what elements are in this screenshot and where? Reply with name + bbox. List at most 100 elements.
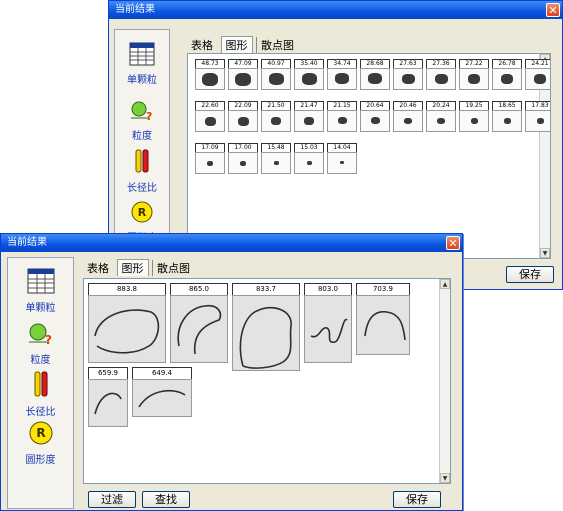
- particle-blob: [304, 117, 314, 125]
- particle-image: [525, 68, 550, 90]
- particle-image: [360, 110, 390, 132]
- particle-image: [426, 68, 456, 90]
- particle-value: 19.25: [459, 101, 489, 110]
- particle-thumbnail[interactable]: 883.8: [88, 283, 166, 363]
- tab-bar: 表格 图形 散点图: [187, 36, 298, 53]
- scroll-up-icon[interactable]: ▲: [440, 279, 450, 289]
- particle-thumbnail[interactable]: 27.22: [459, 59, 489, 90]
- particle-thumbnail[interactable]: 26.78: [492, 59, 522, 90]
- particle-thumbnail[interactable]: 24.21: [525, 59, 550, 90]
- vertical-scrollbar[interactable]: ▲ ▼: [439, 279, 450, 483]
- particle-thumbnail[interactable]: 833.7: [232, 283, 300, 371]
- particle-blob: [437, 118, 445, 124]
- particle-thumbnail[interactable]: 34.74: [327, 59, 357, 90]
- particle-thumbnail[interactable]: 22.09: [228, 101, 258, 132]
- particle-image: [294, 110, 324, 132]
- tool-label: 单颗粒: [25, 303, 56, 314]
- particle-thumbnail[interactable]: 20.46: [393, 101, 423, 132]
- particle-thumbnail[interactable]: 35.40: [294, 59, 324, 90]
- save-button[interactable]: 保存: [506, 266, 554, 283]
- close-icon[interactable]: ✕: [446, 236, 460, 250]
- particle-value: 34.74: [327, 59, 357, 68]
- particle-image: [304, 295, 352, 363]
- particle-value: 21.50: [261, 101, 291, 110]
- table-grid-icon: [129, 42, 155, 66]
- particle-thumbnail[interactable]: 40.97: [261, 59, 291, 90]
- particle-image: [232, 295, 300, 371]
- scroll-down-icon[interactable]: ▼: [540, 248, 550, 258]
- tool-aspect-ratio[interactable]: 长径比: [8, 370, 73, 418]
- particle-thumbnail[interactable]: 27.36: [426, 59, 456, 90]
- particle-thumbnail[interactable]: 703.9: [356, 283, 410, 355]
- tab-scatter[interactable]: 散点图: [152, 260, 194, 276]
- particle-blob: [207, 161, 213, 166]
- particle-image: [228, 110, 258, 132]
- tab-graphics[interactable]: 图形: [220, 36, 253, 53]
- particle-blob: [435, 74, 448, 84]
- roundness-r-icon: R: [131, 201, 153, 223]
- close-icon[interactable]: ✕: [546, 3, 560, 17]
- particle-image: [459, 68, 489, 90]
- particle-value: 26.78: [492, 59, 522, 68]
- particle-thumbnail[interactable]: 649.4: [132, 367, 192, 417]
- tool-particle-size[interactable]: ? 粒度: [8, 322, 73, 366]
- particle-thumbnail[interactable]: 21.47: [294, 101, 324, 132]
- particle-thumbnail[interactable]: 28.68: [360, 59, 390, 90]
- particle-thumbnail[interactable]: 14.04: [327, 143, 357, 174]
- tab-table[interactable]: 表格: [187, 37, 217, 53]
- particle-value: 883.8: [88, 283, 166, 295]
- particle-thumbnail[interactable]: 20.64: [360, 101, 390, 132]
- tool-single-particle[interactable]: 单颗粒: [115, 42, 169, 86]
- particle-thumbnail[interactable]: 22.60: [195, 101, 225, 132]
- particle-thumbnail[interactable]: 17.09: [195, 143, 225, 174]
- particle-value: 35.40: [294, 59, 324, 68]
- particle-thumbnail[interactable]: 19.25: [459, 101, 489, 132]
- particle-thumbnail[interactable]: 20.24: [426, 101, 456, 132]
- svg-text:?: ?: [146, 110, 152, 122]
- particle-thumbnail[interactable]: 47.09: [228, 59, 258, 90]
- particle-blob: [468, 74, 480, 84]
- tool-aspect-ratio[interactable]: 长径比: [115, 148, 169, 194]
- particle-thumbnail[interactable]: 15.48: [261, 143, 291, 174]
- particle-thumbnail[interactable]: 21.50: [261, 101, 291, 132]
- save-button[interactable]: 保存: [393, 491, 441, 508]
- tool-particle-size[interactable]: ? 粒度: [115, 100, 169, 142]
- particle-image: [525, 110, 550, 132]
- roundness-r-icon: R: [29, 421, 52, 445]
- particle-value: 833.7: [232, 283, 300, 295]
- particle-value: 15.03: [294, 143, 324, 152]
- scroll-down-icon[interactable]: ▼: [440, 473, 450, 483]
- particle-thumbnail[interactable]: 865.0: [170, 283, 228, 363]
- find-button[interactable]: 查找: [142, 491, 190, 508]
- particle-thumbnail[interactable]: 659.9: [88, 367, 128, 427]
- particle-thumbnail[interactable]: 27.63: [393, 59, 423, 90]
- title-bar[interactable]: 当前结果 ✕: [1, 234, 462, 252]
- particle-thumbnail[interactable]: 17.83: [525, 101, 550, 132]
- particle-value: 703.9: [356, 283, 410, 295]
- particle-image: [294, 68, 324, 90]
- fiber-shape: [239, 306, 292, 369]
- particle-thumbnail[interactable]: 21.15: [327, 101, 357, 132]
- particle-blob: [368, 73, 382, 84]
- tab-scatter[interactable]: 散点图: [256, 37, 298, 53]
- tool-roundness[interactable]: R 圆形度: [8, 420, 73, 466]
- particle-value: 20.64: [360, 101, 390, 110]
- particle-image: [170, 295, 228, 363]
- particle-thumbnail[interactable]: 15.03: [294, 143, 324, 174]
- particle-thumbnail[interactable]: 803.0: [304, 283, 352, 363]
- particle-thumbnail[interactable]: 48.73: [195, 59, 225, 90]
- tab-graphics[interactable]: 图形: [116, 259, 149, 276]
- particle-image: [492, 68, 522, 90]
- fiber-shape: [94, 392, 122, 415]
- particle-image: [492, 110, 522, 132]
- particle-thumbnail[interactable]: 17.00: [228, 143, 258, 174]
- tool-single-particle[interactable]: 单颗粒: [8, 268, 73, 314]
- particle-value: 40.97: [261, 59, 291, 68]
- particle-image: [393, 110, 423, 132]
- title-bar[interactable]: 当前结果 ✕: [109, 1, 562, 19]
- particle-image: [360, 68, 390, 90]
- filter-button[interactable]: 过滤: [88, 491, 136, 508]
- tab-table[interactable]: 表格: [83, 260, 113, 276]
- particle-value: 27.36: [426, 59, 456, 68]
- particle-thumbnail[interactable]: 18.65: [492, 101, 522, 132]
